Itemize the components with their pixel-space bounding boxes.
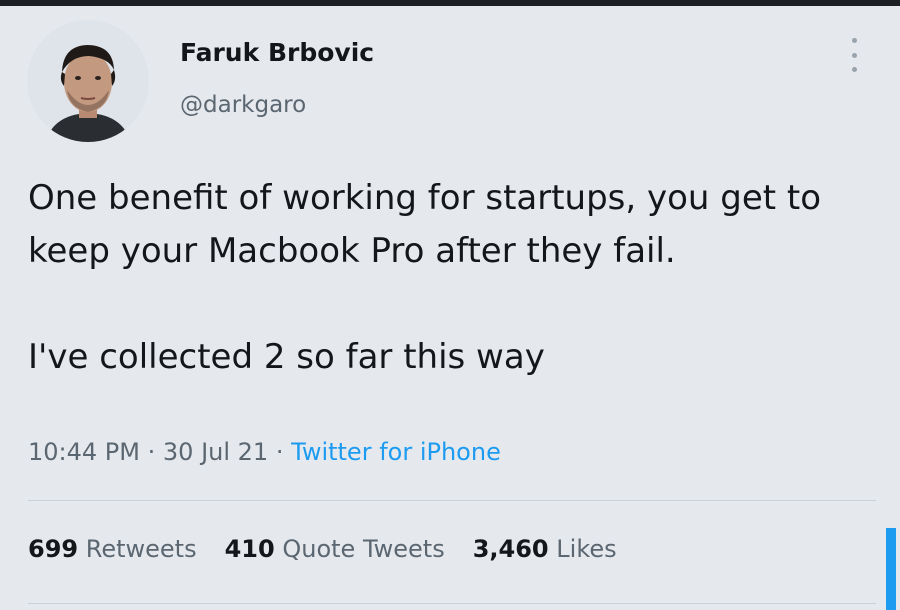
more-dot [851,67,857,72]
more-vertical-icon[interactable] [842,38,866,72]
meta-separator: · [147,438,156,466]
top-bar [0,0,900,6]
tweet-meta: 10:44 PM · 30 Jul 21 · Twitter for iPhon… [28,438,501,466]
likes-count: 3,460 [472,535,549,563]
divider [28,603,876,604]
likes-stat[interactable]: 3,460 Likes [473,535,617,563]
retweets-label: Retweets [85,535,197,563]
tweet-source-link[interactable]: Twitter for iPhone [291,438,501,466]
tweet-paragraph: One benefit of working for startups, you… [28,178,822,271]
tweet-text: One benefit of working for startups, you… [28,172,868,384]
tweet-date[interactable]: 30 Jul 21 [163,438,268,466]
scrollbar[interactable] [886,528,896,610]
avatar[interactable] [27,20,149,142]
author-handle[interactable]: @darkgaro [180,92,306,118]
quote-tweets-label: Quote Tweets [282,535,445,563]
tweet-time[interactable]: 10:44 PM [28,438,140,466]
tweet-stats: 699 Retweets 410 Quote Tweets 3,460 Like… [28,535,645,563]
likes-label: Likes [556,535,617,563]
meta-separator: · [275,438,284,466]
retweets-stat[interactable]: 699 Retweets [28,535,197,563]
retweets-count: 699 [28,535,79,563]
divider [28,500,876,501]
quote-tweets-count: 410 [224,535,275,563]
more-dot [851,38,857,43]
more-dot [851,52,857,58]
quote-tweets-stat[interactable]: 410 Quote Tweets [225,535,445,563]
tweet-paragraph: I've collected 2 so far this way [28,337,545,377]
author-display-name[interactable]: Faruk Brbovic [180,38,374,67]
